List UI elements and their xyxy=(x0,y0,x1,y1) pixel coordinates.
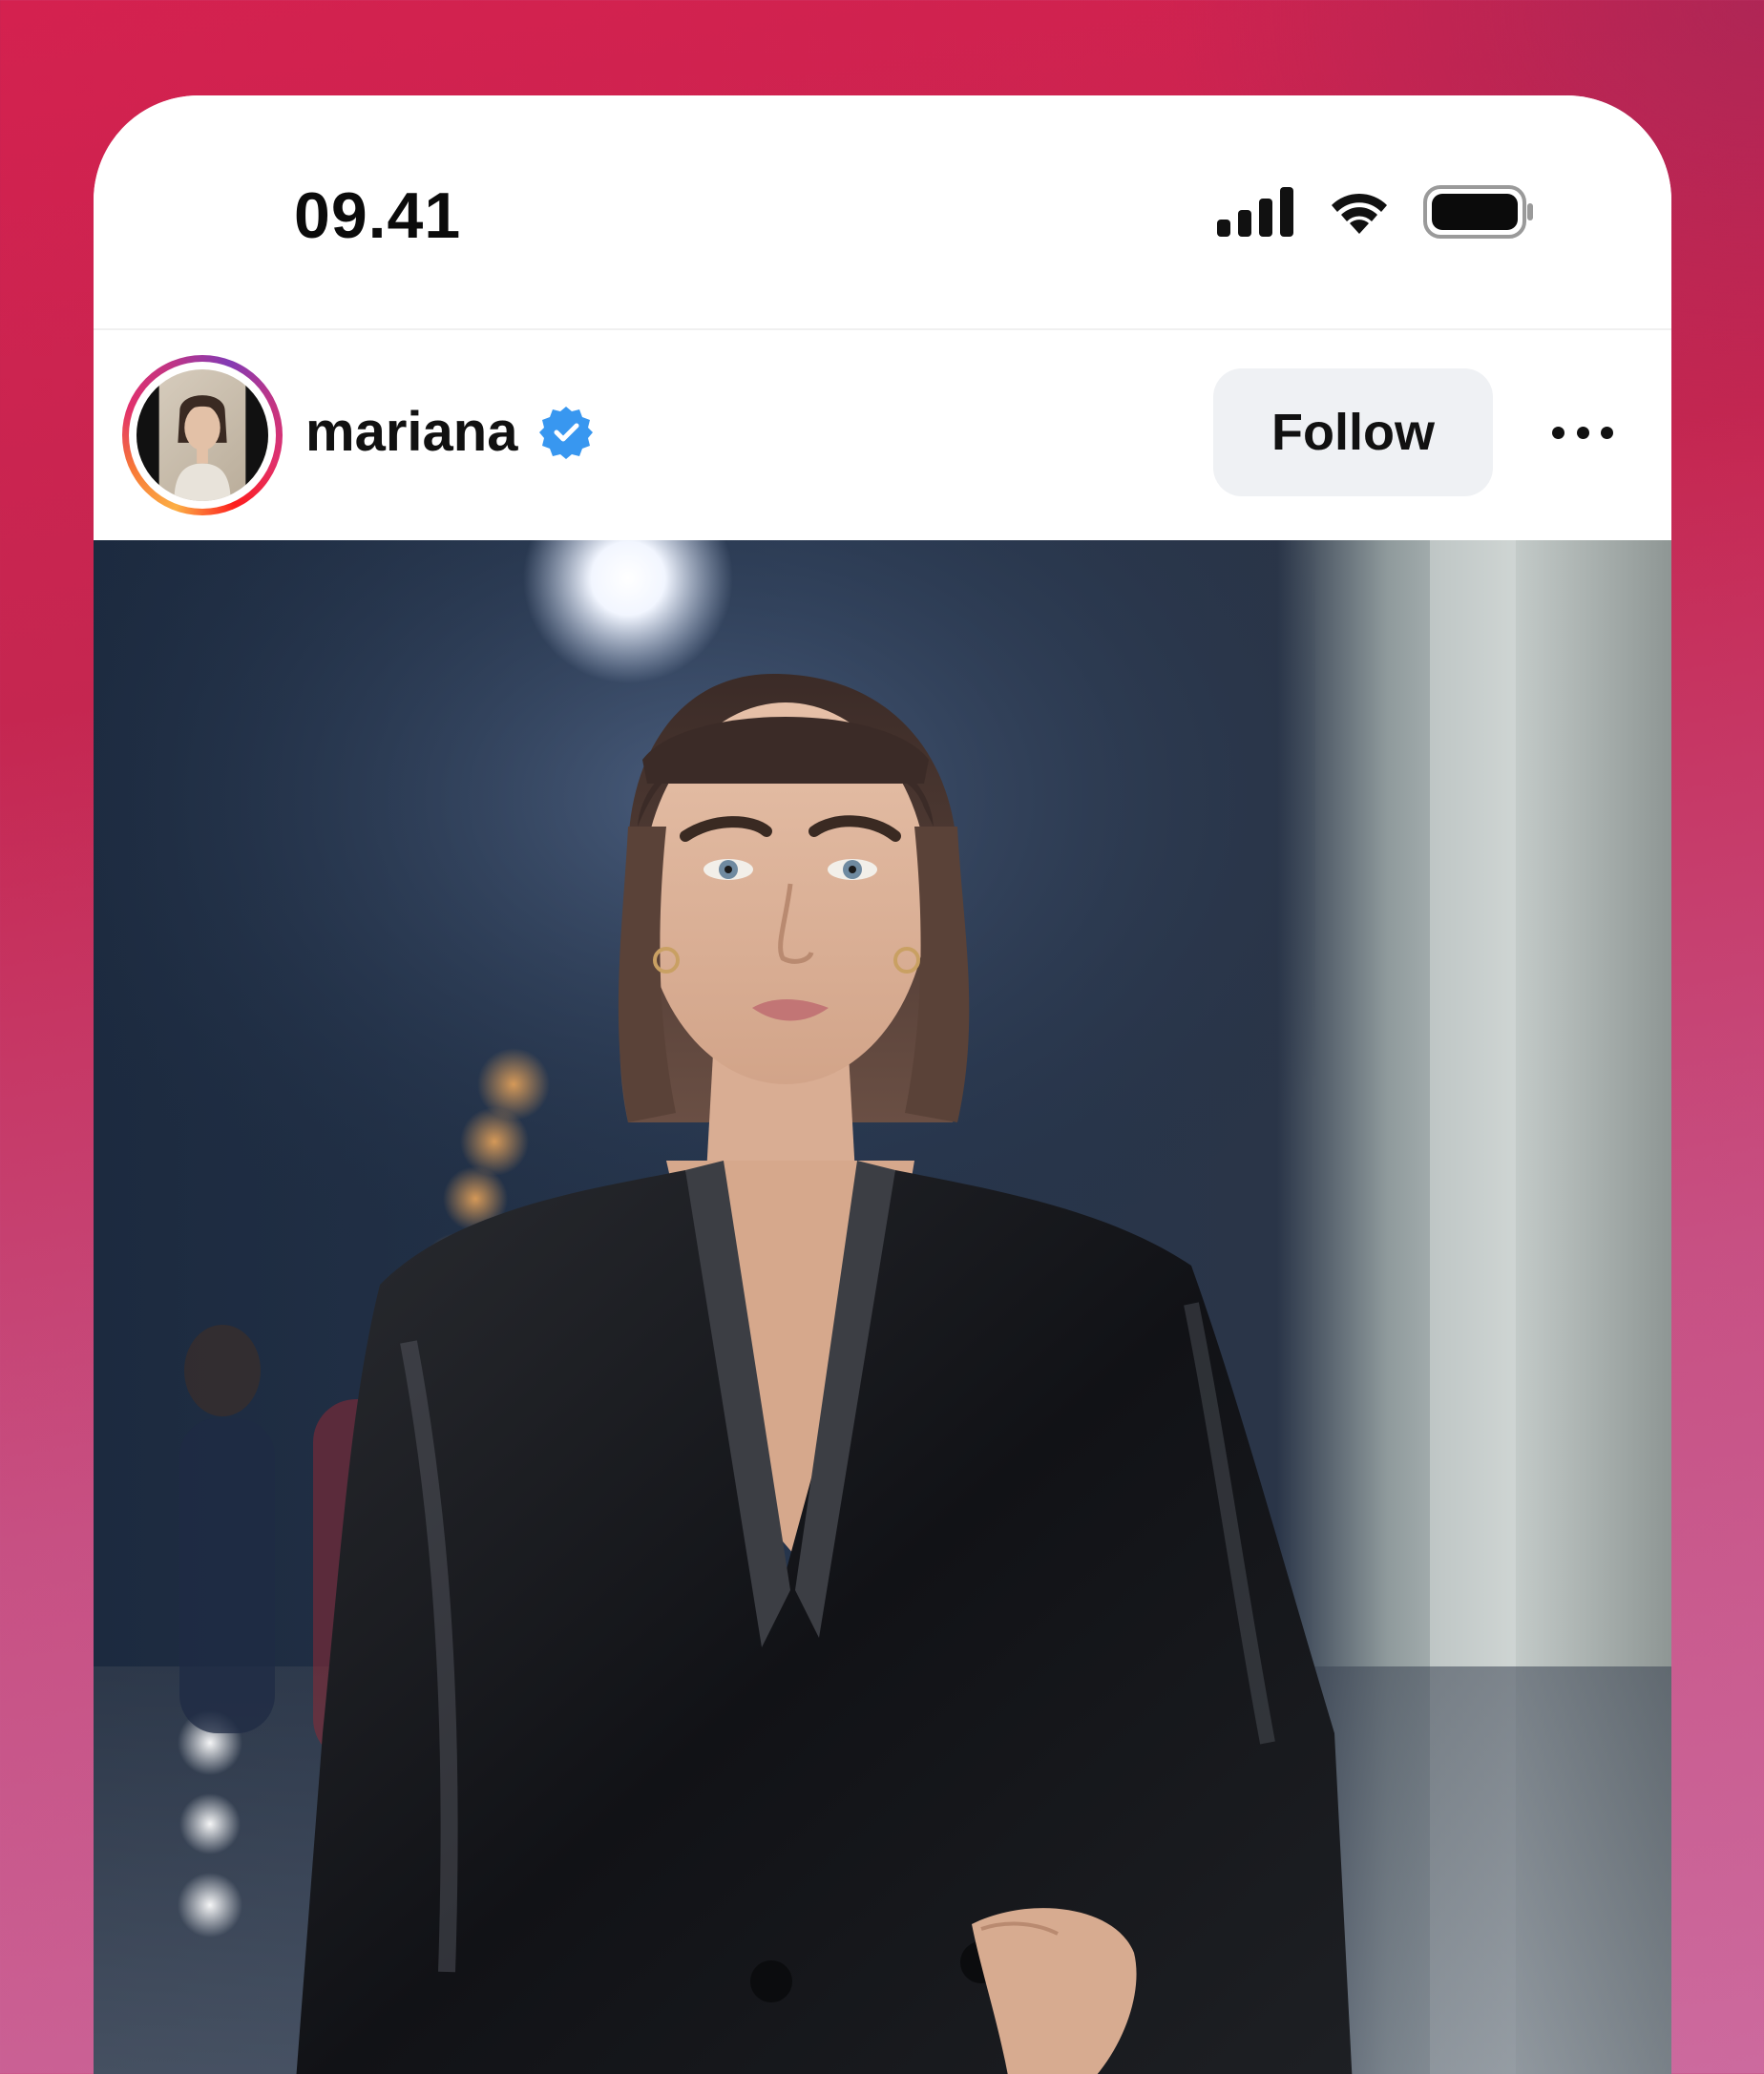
more-dot xyxy=(1576,426,1589,439)
follow-button[interactable]: Follow xyxy=(1213,368,1493,496)
username[interactable]: mariana xyxy=(305,399,517,466)
battery-icon xyxy=(1423,185,1533,239)
avatar-border xyxy=(129,362,276,509)
cellular-signal-icon xyxy=(1217,187,1293,237)
phone-frame: 09.41 mariana Follow xyxy=(94,95,1671,2074)
avatar xyxy=(136,369,268,501)
username-row: mariana xyxy=(305,399,594,466)
more-dot xyxy=(1601,426,1613,439)
status-icons xyxy=(1217,183,1536,241)
story-ring[interactable] xyxy=(122,355,283,515)
more-dot xyxy=(1552,426,1564,439)
status-time: 09.41 xyxy=(294,179,462,252)
post-image[interactable] xyxy=(94,540,1671,2074)
wifi-icon xyxy=(1332,193,1387,234)
verified-badge-icon xyxy=(539,407,594,459)
status-bar: 09.41 xyxy=(94,95,1671,330)
post-header: mariana Follow xyxy=(94,332,1671,540)
more-options-icon[interactable] xyxy=(1544,409,1621,456)
